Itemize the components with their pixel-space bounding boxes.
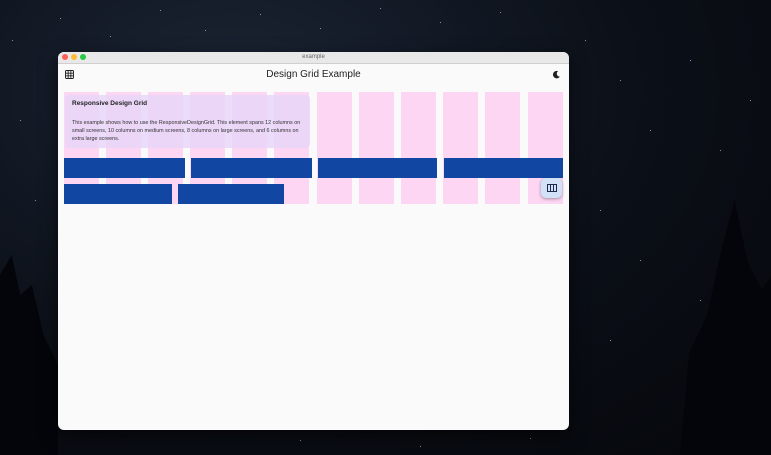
grid-item [178, 184, 284, 204]
window-titlebar[interactable]: example [58, 52, 569, 64]
view-column-icon [546, 184, 557, 192]
grid-item [191, 158, 312, 178]
zoom-window-button[interactable] [80, 54, 86, 60]
window-title: example [302, 54, 325, 60]
grid-column [401, 92, 436, 204]
card-description: This example shows how to use the Respon… [72, 120, 301, 142]
dark-mode-moon-icon[interactable] [552, 70, 561, 79]
minimize-window-button[interactable] [71, 54, 77, 60]
responsive-design-grid-card: Responsive Design Grid This example show… [65, 95, 310, 148]
grid-item [318, 158, 437, 178]
card-title: Responsive Design Grid [72, 100, 148, 107]
grid-column [443, 92, 478, 204]
grid-column [317, 92, 352, 204]
grid-column [485, 92, 520, 204]
grid-item [64, 184, 172, 204]
toggle-grid-overlay-button[interactable] [541, 178, 562, 198]
close-window-button[interactable] [62, 54, 68, 60]
app-bar: Design Grid Example [58, 64, 569, 86]
grid-item [444, 158, 563, 178]
app-window: example Design Grid Example Responsive D… [58, 52, 569, 430]
page-title: Design Grid Example [266, 69, 361, 80]
grid-item [64, 158, 185, 178]
grid-column [359, 92, 394, 204]
